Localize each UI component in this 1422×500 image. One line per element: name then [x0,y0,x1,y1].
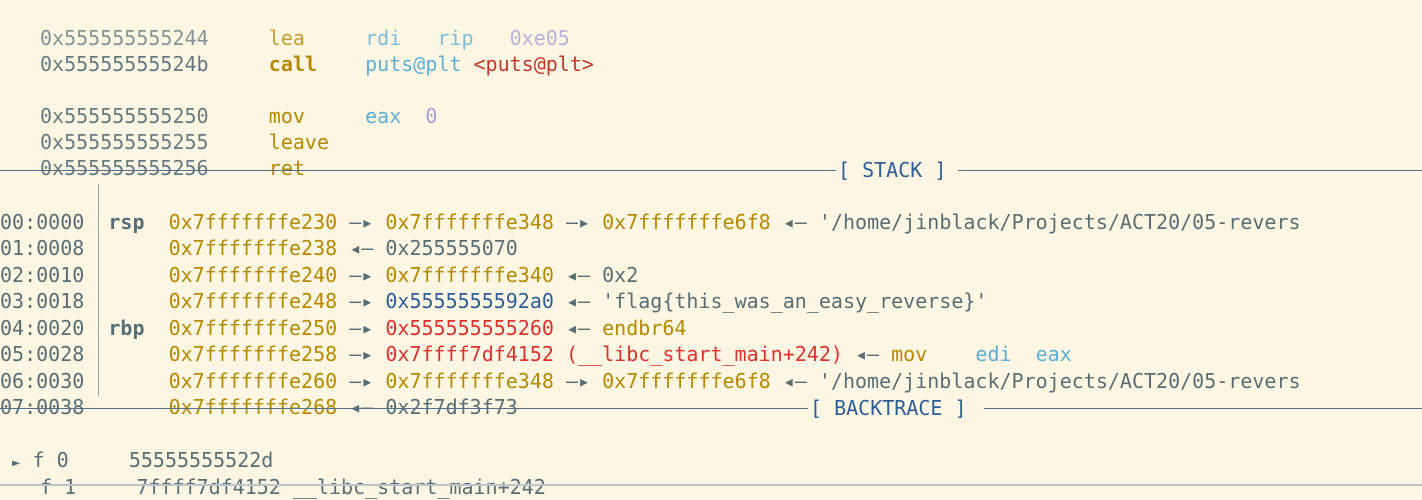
bottom-divider [0,484,1422,486]
disasm-line[interactable]: 0x555555555244 lea rdi rip 0xe05 [40,0,570,50]
stack-row[interactable]: 07:0038 0x7fffffffe268 ◂— 0x2f7df3f73 [0,368,518,419]
pointer-arrow: ◂— [782,369,807,393]
disasm-line[interactable]: 0x555555555255 leave [40,103,329,154]
backtrace-header-label: [ BACKTRACE ] [810,396,967,420]
stack-row[interactable]: 03:0018 0x7fffffffe248 —▸ 0x5555555592a0… [0,262,987,313]
stack-row[interactable]: 01:0008 0x7fffffffe238 ◂— 0x255555070 [0,209,518,260]
pointer-arrow: ◂— [782,210,807,234]
backtrace-frame[interactable]: ► f 0 55555555522d [12,421,273,472]
stack-row[interactable]: 00:0000 rsp 0x7fffffffe230 —▸ 0x7fffffff… [0,183,1301,234]
disasm-line[interactable]: 0x555555555256 ret [40,129,305,180]
instruction-mnemonic: call [268,52,317,76]
stack-header-label: [ STACK ] [838,158,947,182]
backtrace-frame[interactable]: f 1 7ffff7df4152 __libc_start_main+242 [40,448,546,499]
call-target-symbol: <puts@plt> [473,52,594,76]
separator-rule [0,408,808,409]
stack-string: '/home/jinblack/Projects/ACT20/05-revers [818,210,1301,234]
separator-rule [0,170,836,171]
stack-value: 0x7fffffffe6f8 [602,369,771,393]
frame-symbol: __libc_start_main+242 [292,475,546,499]
instruction-operand: puts@plt [365,52,462,76]
pointer-arrow: —▸ [566,210,591,234]
instruction-operand: eax [365,104,402,128]
stack-row[interactable]: 04:0020 rbp 0x7fffffffe250 —▸ 0x55555555… [0,289,686,340]
backtrace-section-header: [ BACKTRACE ] [0,395,1422,421]
stack-value: 0x7fffffffe6f8 [602,210,771,234]
pointer-arrow: —▸ [565,369,591,393]
instruction-operand: 0 [425,104,438,128]
stack-row[interactable]: 02:0010 0x7fffffffe240 —▸ 0x7fffffffe340… [0,236,638,287]
separator-rule [958,170,1422,171]
frame-number: f 1 [40,475,77,499]
stack-row[interactable]: 05:0028 0x7fffffffe258 —▸ 0x7ffff7df4152… [0,315,1072,366]
disasm-line[interactable]: 0x555555555250 mov eax 0 [40,77,437,128]
disasm-line[interactable]: 0x55555555524b call puts@plt <puts@plt> [40,25,594,76]
stack-string: '/home/jinblack/Projects/ACT20/05-revers [818,369,1301,393]
separator-rule [984,408,1422,409]
stack-row[interactable]: 06:0030 0x7fffffffe260 —▸ 0x7fffffffe348… [0,342,1301,393]
frame-address: 7ffff7df4152 [136,475,281,499]
instruction-address: 0x55555555524b [40,52,209,76]
stack-section-header: [ STACK ] [0,157,1422,183]
